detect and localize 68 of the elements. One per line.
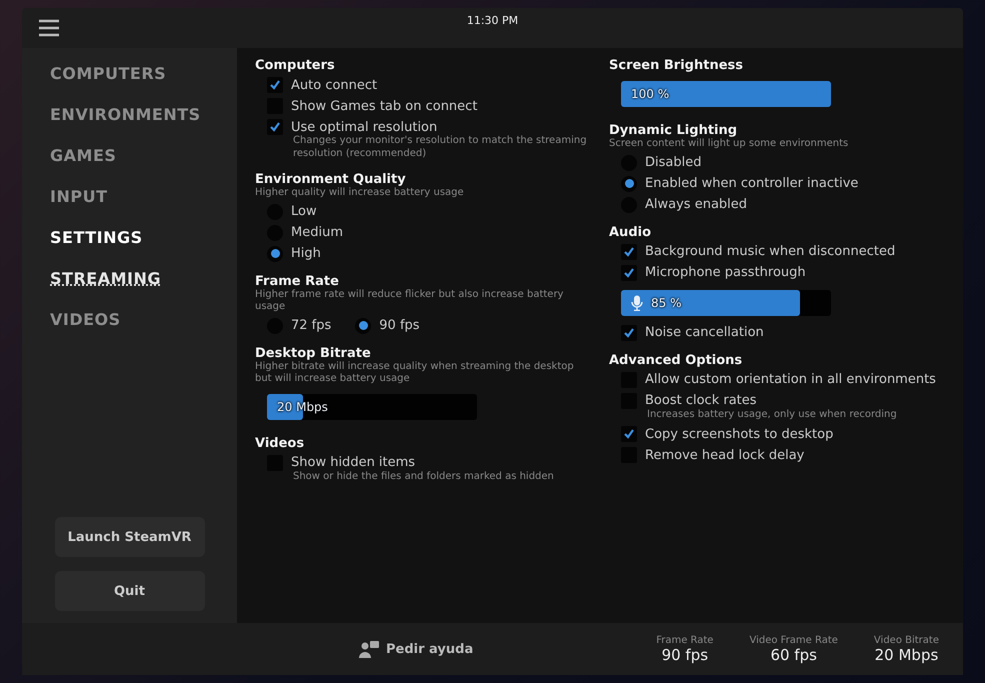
- option-label: Allow custom orientation in all environments: [645, 372, 936, 387]
- option-description: Changes your monitor's resolution to match the streaming resolution (recommended): [292, 135, 588, 160]
- option-label: Show Games tab on connect: [291, 98, 478, 114]
- option-label: Auto connect: [291, 78, 378, 92]
- checkbox[interactable]: [267, 119, 283, 135]
- option-label: Background music when disconnected: [645, 244, 896, 259]
- person-chat-icon: [358, 640, 380, 658]
- section-description: Higher quality will increase battery usage: [255, 187, 465, 200]
- radio-button[interactable]: [355, 318, 372, 334]
- stat-value: 20 Mbps: [874, 646, 938, 664]
- stat-value: 90 fps: [662, 646, 708, 664]
- stat-label: Frame Rate: [656, 634, 714, 646]
- section-description: Higher frame rate will reduce flicker but also increase battery usage: [255, 288, 564, 314]
- nav-item[interactable]: GAMES: [50, 146, 116, 165]
- nav-item[interactable]: VIDEOS: [50, 310, 121, 329]
- option-label: 72 fps: [291, 318, 332, 333]
- option-label: Medium: [291, 225, 343, 240]
- radio-button[interactable]: [621, 176, 637, 192]
- section-description: Higher bitrate will increase quality when streaming the desktop but will increase battery usage: [255, 360, 575, 386]
- section-title: Environment Quality: [255, 172, 407, 187]
- menu-icon[interactable]: [38, 19, 60, 37]
- checkbox[interactable]: [621, 324, 637, 340]
- option-label: Low: [291, 204, 317, 219]
- section-title: Frame Rate: [255, 274, 340, 288]
- stat-value: 60 fps: [770, 646, 817, 664]
- section-title: Audio: [609, 224, 652, 240]
- checkbox[interactable]: [621, 264, 637, 280]
- radio-button[interactable]: [267, 246, 283, 262]
- slider-track[interactable]: 85 %: [621, 290, 831, 316]
- section-title: Desktop Bitrate: [255, 346, 372, 360]
- option-description: Show or hide the files and folders marked as hidden: [292, 470, 555, 483]
- nav-item[interactable]: STREAMING: [50, 269, 161, 288]
- option-label: 90 fps: [379, 318, 420, 333]
- quit-button[interactable]: Quit: [54, 571, 204, 611]
- option-label: High: [291, 246, 321, 261]
- stat-label: Video Bitrate: [874, 634, 939, 646]
- section-title: Advanced Options: [609, 352, 744, 368]
- launch-button[interactable]: Launch SteamVR: [54, 517, 204, 557]
- section-title: Computers: [255, 58, 336, 73]
- option-label: Copy screenshots to desktop: [645, 426, 834, 442]
- checkbox[interactable]: [621, 244, 637, 260]
- slider-value: 100 %: [631, 87, 670, 101]
- option-label: Microphone passthrough: [645, 265, 806, 280]
- section-description: Screen content will light up some environments: [609, 138, 850, 150]
- option-label: Boost clock rates: [645, 393, 757, 408]
- nav-item[interactable]: SETTINGS: [50, 228, 143, 247]
- nav-item[interactable]: ENVIRONMENTS: [50, 105, 201, 124]
- nav-item[interactable]: COMPUTERS: [50, 64, 166, 83]
- option-label: Enabled when controller inactive: [645, 176, 858, 191]
- clock-time: 11:30 PM: [466, 14, 518, 27]
- option-label: Disabled: [645, 155, 702, 170]
- option-description: Increases battery usage, only use when recording: [646, 408, 898, 421]
- checkbox[interactable]: [267, 77, 283, 93]
- option-label: Remove head lock delay: [645, 448, 804, 462]
- option-label: Use optimal resolution: [291, 120, 438, 134]
- section-title: Videos: [255, 436, 306, 450]
- stat-label: Video Frame Rate: [749, 634, 838, 646]
- microphone-icon: [631, 294, 643, 310]
- section-title: Dynamic Lighting: [609, 123, 738, 138]
- section-title: Screen Brightness: [609, 58, 744, 73]
- nav-item[interactable]: INPUT: [50, 187, 108, 206]
- option-label: Show hidden items: [291, 455, 416, 470]
- option-label: Always enabled: [645, 197, 748, 212]
- slider-track[interactable]: 100 %: [621, 81, 831, 107]
- help-button[interactable]: Pedir ayuda: [352, 639, 480, 659]
- slider-value: 85 %: [651, 296, 682, 310]
- checkbox[interactable]: [621, 426, 637, 442]
- option-label: Noise cancellation: [645, 325, 764, 340]
